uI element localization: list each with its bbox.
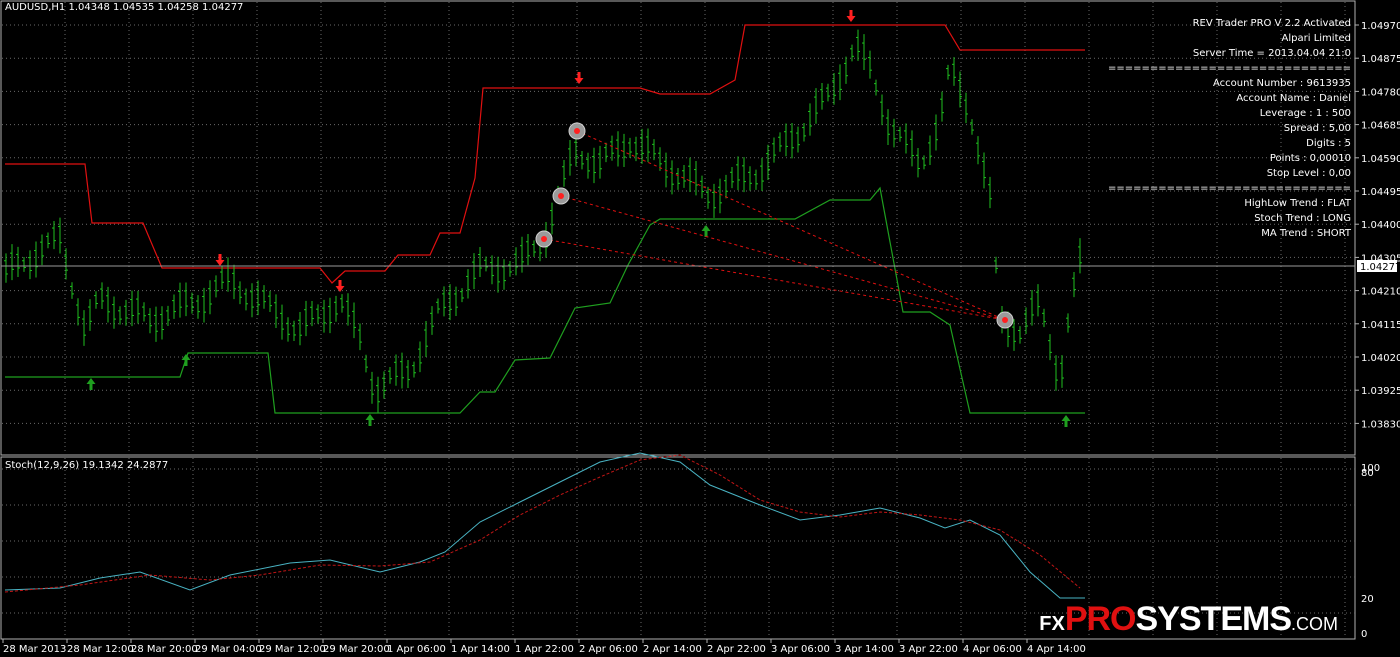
time-tick-label: 29 Mar 04:00 xyxy=(195,644,262,655)
info-line: Digits : 5 xyxy=(1306,138,1351,149)
info-line: Stop Level : 0,00 xyxy=(1266,168,1351,179)
info-line: REV Trader PRO V 2.2 Activated xyxy=(1192,18,1351,29)
stoch-signal-line xyxy=(4,454,1081,593)
stoch-axis: 10080200 xyxy=(1361,463,1380,640)
trade-signals xyxy=(86,10,1071,427)
price-tick-label: 1.04875 xyxy=(1361,54,1400,65)
info-line: Server Time = 2013.04.04 21:0 xyxy=(1192,48,1351,59)
stoch-header: Stoch(12,9,26) 19.1342 24.2877 xyxy=(5,460,169,471)
time-tick-label: 1 Apr 22:00 xyxy=(515,644,574,655)
time-tick-label: 29 Mar 12:00 xyxy=(259,644,326,655)
time-tick-label: 3 Apr 06:00 xyxy=(771,644,830,655)
price-tick-label: 1.04400 xyxy=(1361,220,1400,231)
time-tick-label: 4 Apr 14:00 xyxy=(1027,644,1086,655)
watermark-fx: FX xyxy=(1039,613,1065,635)
price-tick-label: 1.04590 xyxy=(1361,154,1400,165)
price-tick-label: 1.03925 xyxy=(1361,386,1400,397)
time-tick-label: 2 Apr 14:00 xyxy=(643,644,702,655)
sell-arrow-icon xyxy=(335,280,345,292)
price-tick-label: 1.03830 xyxy=(1361,419,1400,430)
price-tick-label: 1.04970 xyxy=(1361,21,1400,32)
current-price-label: 1.04277 xyxy=(1360,262,1400,273)
symbol-header: AUDUSD,H1 1.04348 1.04535 1.04258 1.0427… xyxy=(5,2,244,13)
time-tick-label: 28 Mar 2013 xyxy=(3,644,66,655)
time-tick-label: 29 Mar 20:00 xyxy=(323,644,390,655)
buy-arrow-icon xyxy=(365,414,375,426)
watermark-pro: PRO xyxy=(1064,600,1137,638)
info-line: ============================= xyxy=(1108,63,1351,74)
buy-arrow-icon xyxy=(1061,415,1071,427)
time-tick-label: 3 Apr 14:00 xyxy=(835,644,894,655)
info-line: Account Number : 9613935 xyxy=(1213,78,1351,89)
trend-line xyxy=(560,195,1006,321)
buy-arrow-icon xyxy=(701,225,711,237)
watermark-logo: FXPROSYSTEMS.COM xyxy=(1039,600,1338,639)
info-line: Leverage : 1 : 500 xyxy=(1259,108,1351,119)
price-tick-label: 1.04495 xyxy=(1361,187,1400,198)
price-bands xyxy=(5,24,1085,414)
trend-line xyxy=(543,238,1006,321)
price-bars xyxy=(4,29,1082,413)
info-line: Stoch Trend : LONG xyxy=(1254,213,1351,224)
stoch-main-line xyxy=(4,452,1085,599)
chart-canvas[interactable]: 1.04970 1.04875 1.04780 1.04685 1.04590 1.044… xyxy=(0,0,1400,657)
stochastic-lines xyxy=(4,452,1085,599)
info-line: Spread : 5,00 xyxy=(1283,123,1351,134)
time-tick-label: 1 Apr 06:00 xyxy=(387,644,446,655)
info-line: MA Trend : SHORT xyxy=(1261,228,1351,239)
stoch-tick-label: 80 xyxy=(1361,468,1374,479)
lower-band-line xyxy=(5,186,1085,414)
sell-arrow-icon xyxy=(846,10,856,22)
time-tick-label: 2 Apr 06:00 xyxy=(579,644,638,655)
stoch-tick-label: 0 xyxy=(1361,629,1367,640)
time-tick-label: 1 Apr 14:00 xyxy=(451,644,510,655)
info-line: Account Name : Daniel xyxy=(1236,93,1351,104)
trend-line xyxy=(576,130,1006,321)
price-tick-label: 1.04115 xyxy=(1361,320,1400,331)
watermark-com: .COM xyxy=(1291,614,1338,634)
info-line: HighLow Trend : FLAT xyxy=(1244,198,1351,209)
time-tick-label: 28 Mar 20:00 xyxy=(131,644,198,655)
sell-arrow-icon xyxy=(574,72,584,84)
price-tick-label: 1.04685 xyxy=(1361,121,1400,132)
info-line: ============================= xyxy=(1108,183,1351,194)
time-axis: 28 Mar 2013 28 Mar 12:0028 Mar 20:0029 Ma… xyxy=(2,639,1086,655)
info-line: Alpari Limited xyxy=(1281,33,1351,44)
buy-arrow-icon xyxy=(86,378,96,390)
time-tick-label: 28 Mar 12:00 xyxy=(67,644,134,655)
time-tick-label: 3 Apr 22:00 xyxy=(899,644,958,655)
time-tick-label: 4 Apr 06:00 xyxy=(963,644,1022,655)
sell-arrow-icon xyxy=(215,254,225,266)
price-tick-label: 1.04020 xyxy=(1361,353,1400,364)
price-axis: 1.04970 1.04875 1.04780 1.04685 1.04590 1.044… xyxy=(1355,21,1400,430)
grid xyxy=(2,2,1355,638)
time-tick-label: 2 Apr 22:00 xyxy=(707,644,766,655)
watermark-systems: SYSTEMS xyxy=(1135,600,1292,638)
price-tick-label: 1.04210 xyxy=(1361,287,1400,298)
stoch-tick-label: 20 xyxy=(1361,594,1374,605)
buy-arrow-icon xyxy=(181,354,191,366)
info-line: Points : 0,00010 xyxy=(1269,153,1351,164)
price-tick-label: 1.04780 xyxy=(1361,87,1400,98)
